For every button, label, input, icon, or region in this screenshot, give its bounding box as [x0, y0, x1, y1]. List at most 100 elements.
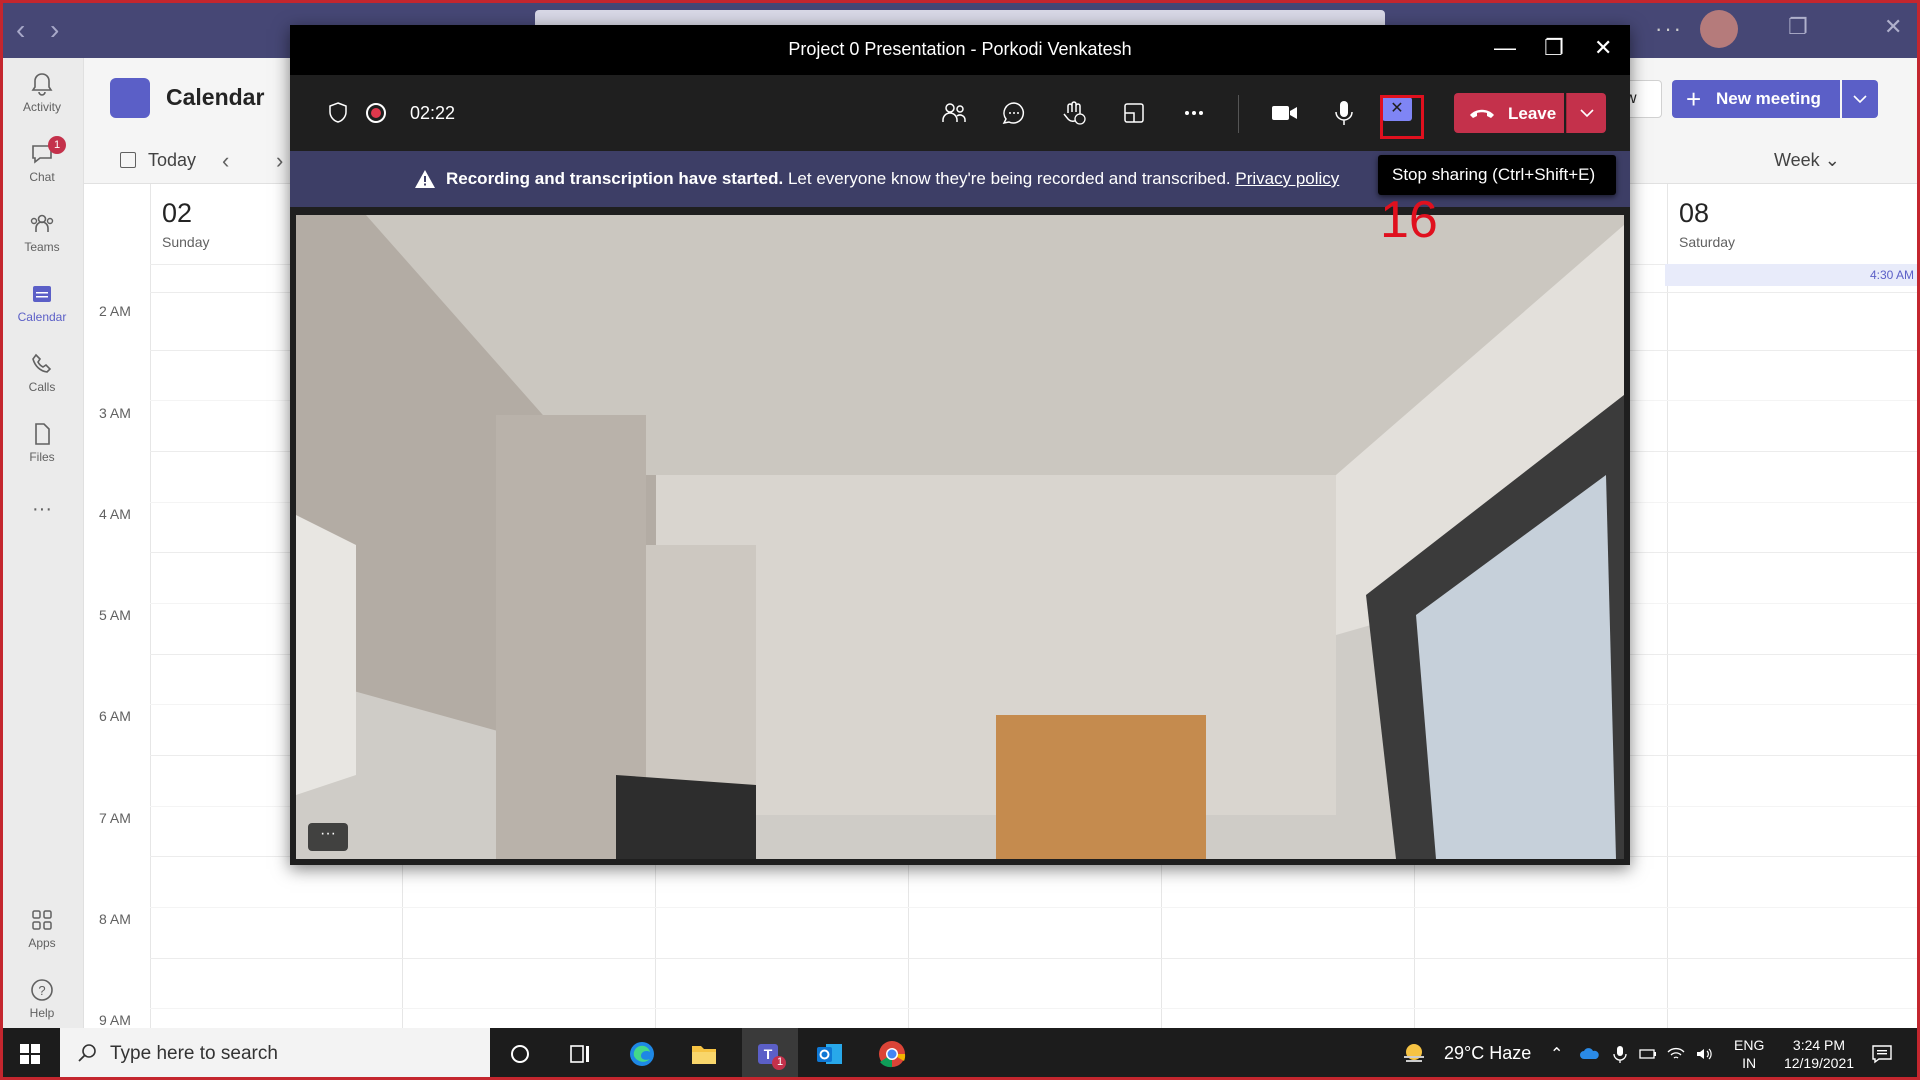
chevron-down-icon: [1853, 95, 1867, 104]
toolbar-divider: [1238, 95, 1239, 133]
event-strip[interactable]: 4:30 AM: [1665, 264, 1920, 286]
close-icon[interactable]: ✕: [1594, 35, 1612, 61]
mic-tray-icon[interactable]: [1610, 1044, 1630, 1064]
next-week-icon[interactable]: ›: [276, 148, 283, 174]
file-icon: [35, 423, 50, 445]
camera-scene-image: [296, 215, 1624, 859]
meeting-window: Project 0 Presentation - Porkodi Venkate…: [290, 25, 1630, 865]
app-rail: Activity 1 Chat Teams Calendar Calls Fil…: [0, 58, 84, 1028]
time-label: 7 AM: [99, 810, 131, 826]
phone-hangup-icon: [1470, 109, 1494, 118]
onedrive-icon[interactable]: [1580, 1044, 1600, 1064]
back-arrow-icon[interactable]: ‹: [16, 14, 25, 46]
mic-icon[interactable]: [1328, 97, 1360, 129]
avatar[interactable]: [1700, 10, 1738, 48]
maximize-icon[interactable]: ❐: [1544, 35, 1564, 61]
chat-icon[interactable]: [998, 97, 1030, 129]
reactions-icon[interactable]: [1058, 97, 1090, 129]
leave-dropdown[interactable]: [1566, 93, 1606, 133]
plus-icon: +: [1686, 84, 1702, 114]
rail-item-teams[interactable]: Teams: [0, 204, 84, 270]
file-explorer-icon[interactable]: [686, 1036, 722, 1072]
taskbar-clock[interactable]: 3:24 PM 12/19/2021: [1774, 1036, 1864, 1072]
chrome-icon[interactable]: [874, 1036, 910, 1072]
participants-icon[interactable]: [938, 97, 970, 129]
weather-haze-icon[interactable]: [1400, 1036, 1428, 1072]
rail-label: Activity: [22, 100, 61, 114]
taskbar-search-input[interactable]: Type here to search: [60, 1028, 490, 1080]
language-indicator[interactable]: ENG IN: [1734, 1036, 1764, 1072]
prev-week-icon[interactable]: ‹: [222, 148, 229, 174]
calendar-app-icon: [110, 78, 150, 118]
video-options-button[interactable]: ···: [308, 823, 348, 851]
rail-item-more[interactable]: ···: [0, 484, 84, 550]
day-number: 02: [162, 198, 193, 228]
step-number-annotation: 16: [1380, 191, 1438, 249]
grid-divider: [150, 184, 151, 1028]
meeting-title: Project 0 Presentation - Porkodi Venkate…: [788, 39, 1132, 59]
apps-icon: [32, 910, 52, 930]
rail-item-chat[interactable]: 1 Chat: [0, 134, 84, 200]
shared-video-feed: ···: [296, 215, 1624, 859]
edge-icon[interactable]: [624, 1036, 660, 1072]
speaker-icon[interactable]: [1694, 1044, 1714, 1064]
day-header-saturday[interactable]: 08 Saturday: [1667, 184, 1920, 264]
time-label: 6 AM: [99, 708, 131, 724]
windows-start-icon[interactable]: [12, 1036, 48, 1072]
camera-icon[interactable]: [1268, 97, 1300, 129]
rail-item-activity[interactable]: Activity: [0, 64, 84, 130]
more-icon: ···: [32, 498, 52, 520]
restore-icon[interactable]: ❐: [1788, 14, 1808, 40]
record-icon[interactable]: [366, 103, 386, 123]
weather-text[interactable]: 29°C Haze: [1444, 1043, 1531, 1064]
minimize-icon[interactable]: —: [1494, 35, 1516, 61]
calendar-icon: [33, 286, 51, 302]
task-view-icon[interactable]: [562, 1036, 598, 1072]
banner-text: Let everyone know they're being recorded…: [783, 169, 1236, 188]
privacy-policy-link[interactable]: Privacy policy: [1235, 169, 1339, 188]
week-view-button[interactable]: Week ⌄: [1774, 150, 1840, 171]
more-icon[interactable]: [1178, 97, 1210, 129]
stop-sharing-tooltip: Stop sharing (Ctrl+Shift+E): [1378, 155, 1616, 195]
rail-item-calendar[interactable]: Calendar: [0, 274, 84, 340]
settings-more-icon[interactable]: ···: [1655, 16, 1683, 42]
chevron-up-icon[interactable]: ⌃: [1550, 1044, 1570, 1064]
rail-item-calls[interactable]: Calls: [0, 344, 84, 410]
close-icon[interactable]: ✕: [1884, 14, 1902, 40]
rail-item-apps[interactable]: Apps: [0, 900, 84, 966]
week-label: Week: [1774, 150, 1820, 170]
warning-icon: [415, 170, 435, 188]
battery-icon[interactable]: [1638, 1044, 1658, 1064]
rail-label: Calls: [28, 380, 56, 394]
new-meeting-button[interactable]: + New meeting: [1672, 80, 1840, 118]
wifi-icon[interactable]: [1666, 1044, 1686, 1064]
meeting-toolbar: 02:22 ✕ Leave: [290, 75, 1630, 151]
clock-time: 3:24 PM: [1792, 1037, 1846, 1053]
grid-divider: [1667, 184, 1668, 1028]
forward-arrow-icon[interactable]: ›: [50, 14, 59, 46]
rail-item-help[interactable]: ? Help: [0, 970, 84, 1036]
event-time: 4:30 AM: [1869, 268, 1914, 282]
rail-label: Apps: [28, 936, 56, 950]
time-label: 9 AM: [99, 1012, 131, 1028]
rail-label: Chat: [29, 170, 55, 184]
teams-badge: 1: [776, 1056, 784, 1068]
rooms-icon[interactable]: [1118, 97, 1150, 129]
grid-line: [150, 907, 1920, 908]
notification-center-icon[interactable]: [1870, 1042, 1894, 1066]
cortana-icon[interactable]: [502, 1036, 538, 1072]
leave-button[interactable]: Leave: [1454, 93, 1564, 133]
time-label: 3 AM: [99, 405, 131, 421]
bell-icon: [31, 73, 53, 96]
rail-item-files[interactable]: Files: [0, 414, 84, 480]
grid-line: [150, 1008, 1920, 1009]
today-button[interactable]: Today: [120, 150, 196, 171]
outlook-icon[interactable]: [812, 1036, 848, 1072]
meeting-timer: 02:22: [410, 103, 456, 123]
search-icon: [78, 1044, 96, 1062]
meeting-title-bar: Project 0 Presentation - Porkodi Venkate…: [290, 25, 1630, 75]
new-meeting-dropdown[interactable]: [1842, 80, 1878, 118]
shield-icon[interactable]: [322, 97, 354, 129]
help-icon: ?: [31, 979, 53, 1001]
time-label: 8 AM: [99, 911, 131, 927]
